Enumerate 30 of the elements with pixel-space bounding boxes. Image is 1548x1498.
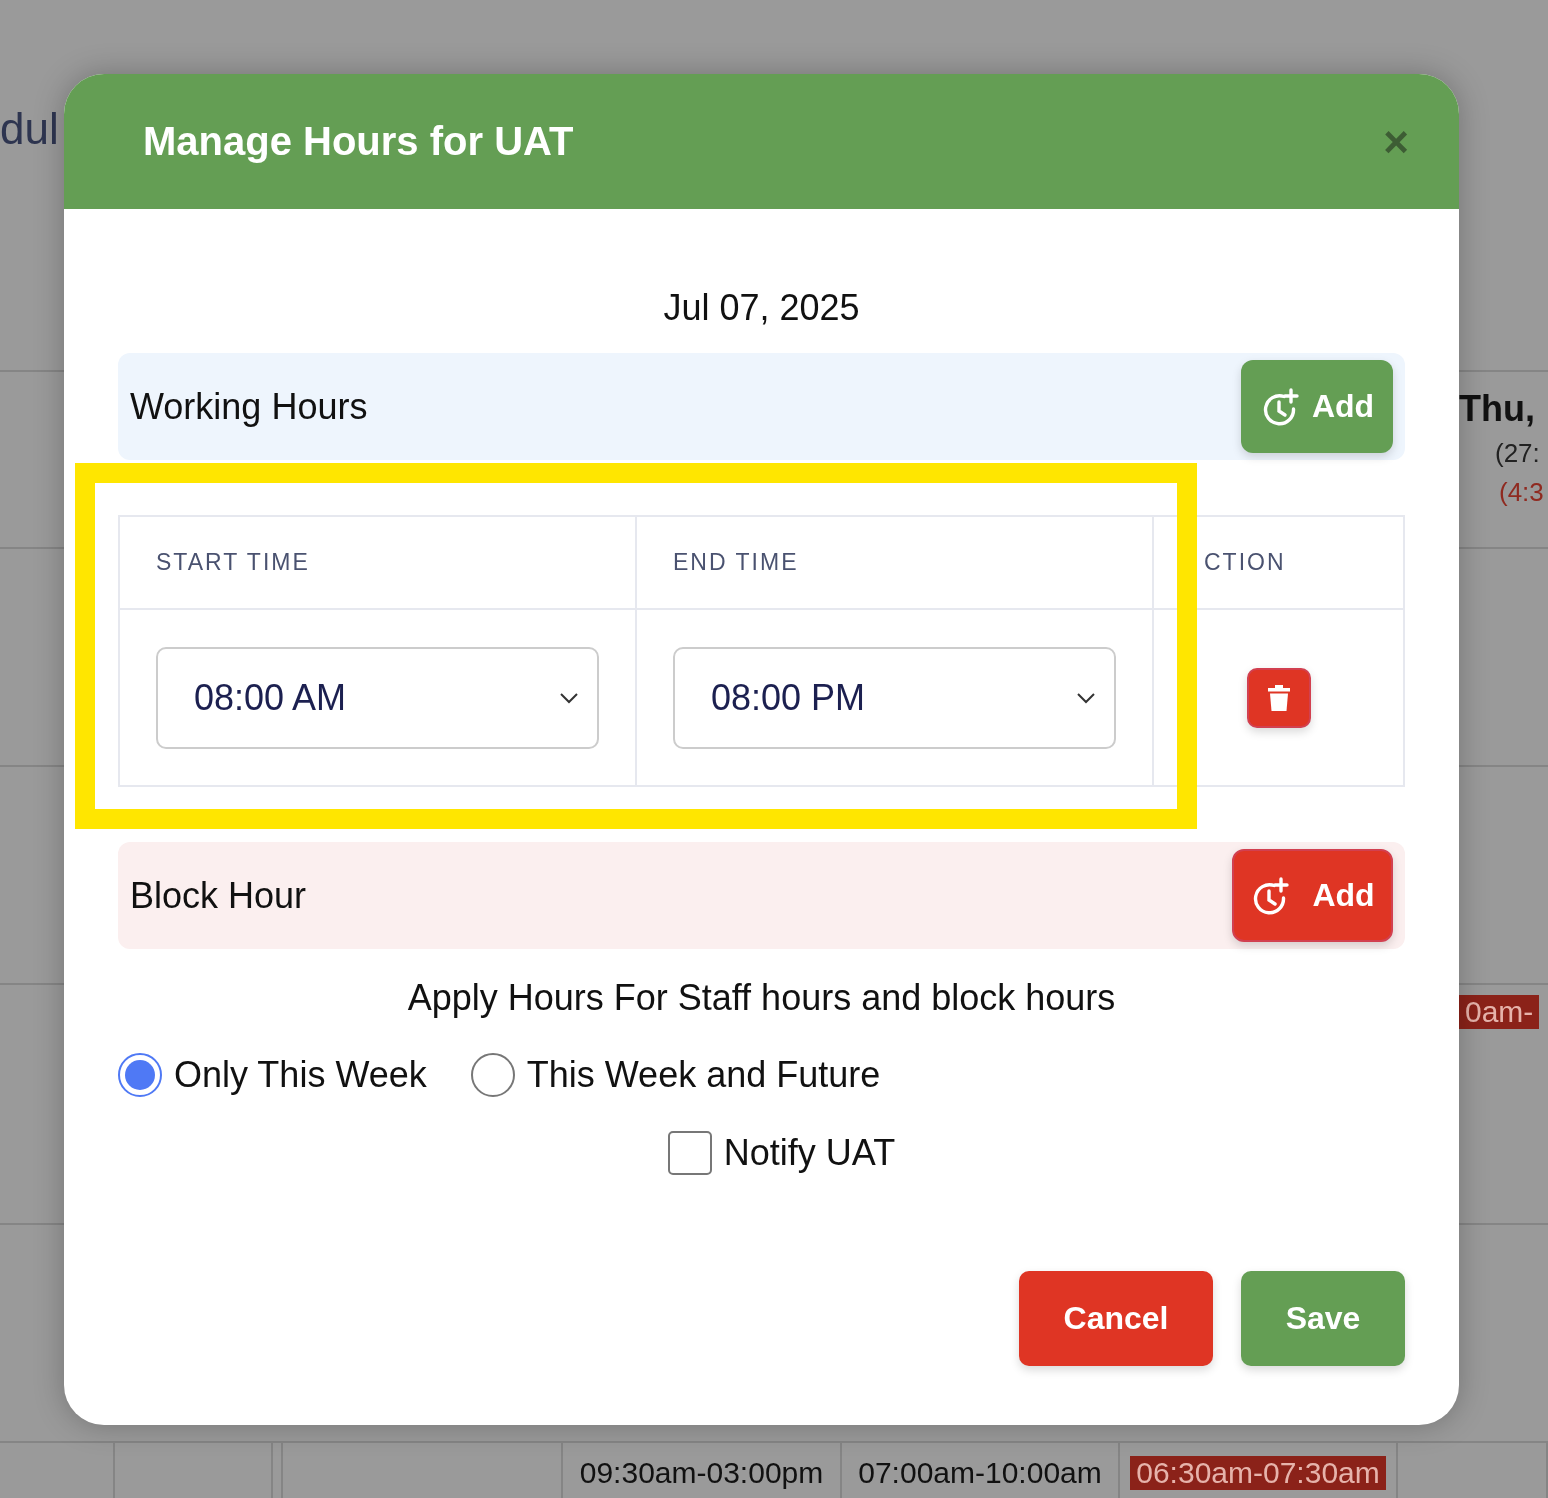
add-button[interactable]: Add (1232, 849, 1393, 942)
cancel-button[interactable]: Cancel (1019, 1271, 1213, 1366)
shift-entry: 06:30am-07:30am (1130, 1455, 1386, 1490)
total-hours: (27: (1495, 438, 1540, 469)
day-header: Thu, (1459, 388, 1535, 430)
shift-entry: 09:30am-03:00pm (578, 1455, 825, 1490)
checkbox-label[interactable]: Notify UAT (723, 1132, 896, 1174)
shift-entry: 07:00am-10:00am (857, 1455, 1103, 1490)
page-title: dul (0, 104, 59, 154)
column-header: END TIME (673, 549, 799, 575)
block-hours: (4:3 (1499, 477, 1544, 508)
end-time-select[interactable]: 08:00 PM (673, 646, 1116, 749)
column-header: START TIME (156, 549, 310, 575)
radio-label[interactable]: This Week and Future (526, 1054, 881, 1096)
chevron-down-icon (559, 691, 579, 704)
chevron-down-icon (1076, 691, 1096, 704)
radio-button[interactable] (118, 1053, 162, 1097)
date-label: Jul 07, 2025 (662, 287, 861, 329)
trash-icon (1266, 683, 1291, 712)
section-label: Working Hours (130, 385, 368, 428)
start-time-select[interactable]: 08:00 AM (156, 646, 599, 749)
shift-entry: 0am- (1459, 995, 1540, 1029)
checkbox[interactable] (667, 1131, 712, 1175)
radio-label[interactable]: Only This Week (174, 1054, 427, 1096)
radio-button[interactable] (470, 1053, 515, 1097)
section-label: Block Hour (130, 874, 307, 917)
column-header: CTION (1204, 549, 1286, 575)
apply-heading: Apply Hours For Staff hours and block hours (406, 977, 1117, 1019)
dialog-title: Manage Hours for UAT (143, 119, 574, 164)
delete-button[interactable] (1246, 667, 1311, 728)
